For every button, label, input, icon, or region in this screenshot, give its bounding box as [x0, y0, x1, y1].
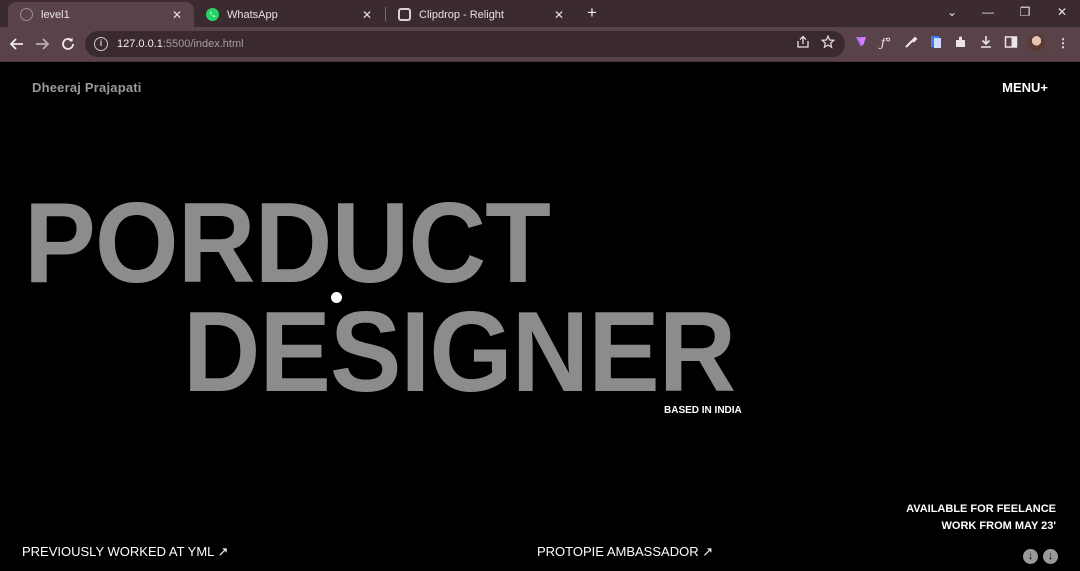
- share-icon[interactable]: [794, 35, 812, 53]
- close-window-button[interactable]: ✕: [1044, 0, 1080, 25]
- address-bar[interactable]: i 127.0.0.1:5500/index.html: [85, 31, 845, 57]
- tab-title: Clipdrop - Relight: [419, 8, 504, 21]
- scroll-down-icon[interactable]: ↓: [1023, 549, 1038, 564]
- brand-name[interactable]: Dheeraj Prajapati: [32, 80, 142, 95]
- forward-button[interactable]: [32, 34, 52, 54]
- extension-formula-icon[interactable]: ƒ°: [877, 34, 895, 52]
- tab-strip: level1 ✕ WhatsApp ✕ Clipdrop - Relight ✕…: [0, 0, 1080, 27]
- scroll-down-icon[interactable]: ↓: [1043, 549, 1058, 564]
- tab-clipdrop[interactable]: Clipdrop - Relight ✕: [386, 2, 576, 27]
- more-menu-icon[interactable]: ⋮: [1054, 34, 1072, 52]
- hero-title-line-2: DESIGNER: [183, 289, 736, 416]
- eyedropper-icon[interactable]: [902, 34, 920, 52]
- clipdrop-icon: [398, 8, 411, 21]
- tab-search-button[interactable]: ⌄: [934, 0, 970, 25]
- availability-text: AVAILABLE FOR FEELANCE WORK FROM MAY 23': [906, 501, 1056, 535]
- web-page: Dheeraj Prajapati MENU+ PORDUCT DESIGNER…: [0, 62, 1080, 571]
- availability-line-1: AVAILABLE FOR FEELANCE: [906, 503, 1056, 515]
- site-info-icon[interactable]: i: [94, 37, 108, 51]
- protopie-ambassador-link[interactable]: PROTOPIE AMBASSADOR ↗: [537, 544, 713, 560]
- custom-cursor: [331, 292, 342, 303]
- side-panel-icon[interactable]: [1002, 34, 1020, 52]
- tab-title: WhatsApp: [227, 8, 278, 21]
- browser-window: level1 ✕ WhatsApp ✕ Clipdrop - Relight ✕…: [0, 0, 1080, 571]
- hero-title-line-1: PORDUCT: [24, 180, 551, 307]
- url-path: :5500/index.html: [162, 38, 244, 50]
- forward-arrow-icon: [36, 38, 50, 50]
- tab-title: level1: [41, 8, 70, 21]
- close-tab-icon[interactable]: ✕: [552, 8, 566, 22]
- previous-work-link[interactable]: PREVIOUSLY WORKED AT YML ↗: [22, 544, 228, 560]
- new-tab-button[interactable]: +: [582, 3, 602, 23]
- whatsapp-icon: [206, 8, 219, 21]
- extension-docs-icon[interactable]: [927, 34, 945, 52]
- close-tab-icon[interactable]: ✕: [360, 8, 374, 22]
- reload-button[interactable]: [58, 34, 78, 54]
- tab-level1[interactable]: level1 ✕: [8, 2, 194, 27]
- restore-button[interactable]: ❐: [1007, 0, 1043, 25]
- location-label: BASED IN INDIA: [664, 405, 742, 416]
- availability-line-2: WORK FROM MAY 23': [941, 520, 1056, 532]
- globe-icon: [20, 8, 33, 21]
- url-text: 127.0.0.1:5500/index.html: [117, 38, 244, 50]
- bookmark-star-icon[interactable]: [819, 34, 837, 53]
- url-host: 127.0.0.1: [117, 38, 163, 50]
- minimize-button[interactable]: —: [970, 0, 1006, 25]
- download-icon[interactable]: [977, 34, 995, 52]
- menu-button[interactable]: MENU+: [1002, 80, 1048, 95]
- back-arrow-icon: [9, 38, 23, 50]
- extension-gradient-icon[interactable]: [852, 34, 870, 52]
- tab-whatsapp[interactable]: WhatsApp ✕: [194, 2, 384, 27]
- extensions-puzzle-icon[interactable]: [952, 34, 970, 52]
- back-button[interactable]: [7, 34, 27, 54]
- close-tab-icon[interactable]: ✕: [170, 8, 184, 22]
- reload-icon: [62, 37, 74, 50]
- profile-avatar-icon[interactable]: [1028, 34, 1046, 52]
